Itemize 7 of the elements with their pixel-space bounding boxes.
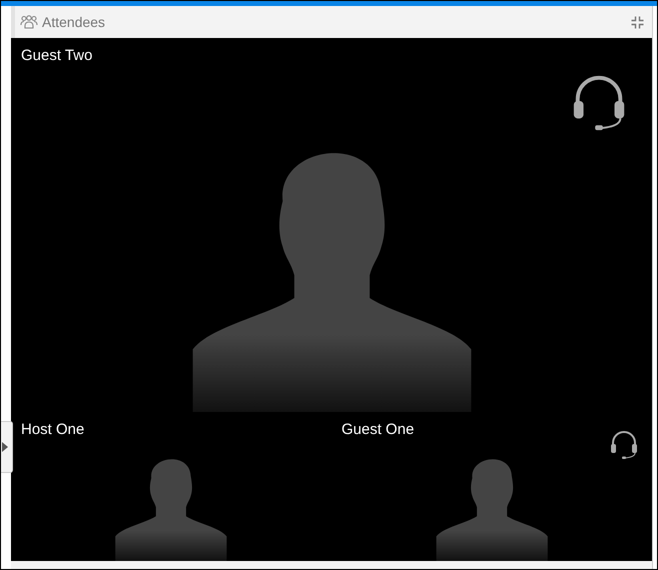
attendee-name: Guest One bbox=[342, 420, 414, 440]
collapse-icon[interactable] bbox=[631, 16, 644, 28]
panel-title: Attendees bbox=[42, 12, 106, 32]
attendee-name: Host One bbox=[21, 420, 84, 440]
attendee-name: Guest Two bbox=[21, 46, 92, 66]
people-icon bbox=[20, 15, 38, 29]
side-panel-handle[interactable] bbox=[1, 421, 13, 473]
